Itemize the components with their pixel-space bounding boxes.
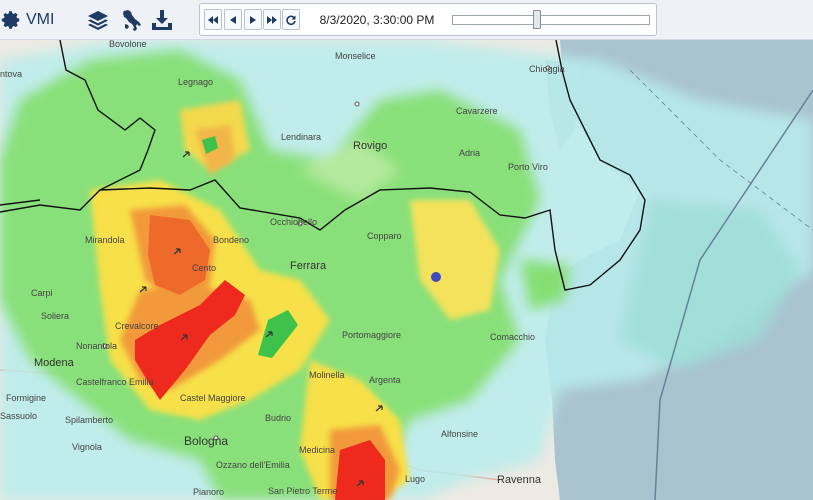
- label-bovolone: Bovolone: [109, 40, 147, 49]
- play-icon: [250, 15, 256, 24]
- timeline-slider-thumb[interactable]: [533, 10, 542, 29]
- play-button[interactable]: [244, 9, 262, 30]
- skip-back-button[interactable]: [204, 9, 222, 30]
- download-icon[interactable]: [150, 8, 174, 32]
- app-brand[interactable]: VMI: [0, 8, 54, 32]
- gear-icon[interactable]: [0, 9, 22, 31]
- label-budrio: Budrio: [265, 413, 291, 423]
- label-carpi: Carpi: [31, 288, 53, 298]
- radar-map[interactable]: Bovolone Legnago Monselice Chioggia ntov…: [0, 40, 813, 500]
- playback-datetime: 8/3/2020, 3:30:00 PM: [319, 13, 435, 27]
- refresh-button[interactable]: [282, 9, 300, 30]
- label-copparo: Copparo: [367, 231, 402, 241]
- label-formigine: Formigine: [6, 393, 46, 403]
- playback-bar: 8/3/2020, 3:30:00 PM: [199, 3, 657, 36]
- label-molinella: Molinella: [309, 370, 345, 380]
- label-bondeno: Bondeno: [213, 235, 249, 245]
- label-occhiobello: Occhiobello: [270, 217, 317, 227]
- italy-map-icon[interactable]: [119, 8, 143, 32]
- label-soliera: Soliera: [41, 311, 69, 321]
- radar-cell: [431, 272, 441, 282]
- label-ozzano: Ozzano dell'Emilia: [216, 460, 290, 470]
- label-comacchio: Comacchio: [490, 332, 535, 342]
- label-rovigo: Rovigo: [353, 140, 387, 152]
- app-title: VMI: [26, 11, 55, 28]
- label-modena: Modena: [34, 357, 75, 369]
- label-legnago: Legnago: [178, 77, 213, 87]
- map-view[interactable]: Bovolone Legnago Monselice Chioggia ntov…: [0, 40, 813, 500]
- label-porto-viro: Porto Viro: [508, 162, 548, 172]
- label-spilamberto: Spilamberto: [65, 415, 113, 425]
- label-vignola: Vignola: [72, 442, 102, 452]
- skip-forward-icon: [267, 15, 277, 24]
- label-mirandola: Mirandola: [85, 235, 125, 245]
- label-monselice: Monselice: [335, 51, 376, 61]
- label-alfonsine: Alfonsine: [441, 429, 478, 439]
- label-ravenna: Ravenna: [497, 474, 542, 486]
- label-portomaggiore: Portomaggiore: [342, 330, 401, 340]
- refresh-icon: [286, 15, 296, 25]
- label-crevalcore: Crevalcore: [115, 321, 159, 331]
- skip-back-icon: [208, 15, 218, 24]
- label-medicina: Medicina: [299, 445, 335, 455]
- toolbar: VMI 8/3/2020, 3:30:00 PM: [0, 0, 813, 40]
- label-pianoro: Pianoro: [193, 487, 224, 497]
- label-chioggia: Chioggia: [529, 64, 565, 74]
- label-bologna: Bologna: [184, 434, 228, 448]
- label-argenta: Argenta: [369, 375, 401, 385]
- step-back-icon: [230, 15, 236, 24]
- skip-forward-button[interactable]: [263, 9, 281, 30]
- label-lugo: Lugo: [405, 474, 425, 484]
- step-back-button[interactable]: [224, 9, 242, 30]
- label-sassuolo: Sassuolo: [0, 411, 37, 421]
- label-adria: Adria: [459, 148, 480, 158]
- label-castel-maggiore: Castel Maggiore: [180, 393, 246, 403]
- label-castelfranco: Castelfranco Emilia: [76, 377, 154, 387]
- label-ferrara: Ferrara: [290, 260, 327, 272]
- label-nonantola: Nonantola: [76, 341, 117, 351]
- layers-icon[interactable]: [86, 8, 110, 32]
- label-cavarzere: Cavarzere: [456, 106, 498, 116]
- timeline-slider-track[interactable]: [452, 15, 650, 25]
- label-mantova: ntova: [0, 69, 22, 79]
- label-san-pietro: San Pietro Terme: [268, 486, 337, 496]
- label-lendinara: Lendinara: [281, 132, 321, 142]
- label-cento: Cento: [192, 263, 216, 273]
